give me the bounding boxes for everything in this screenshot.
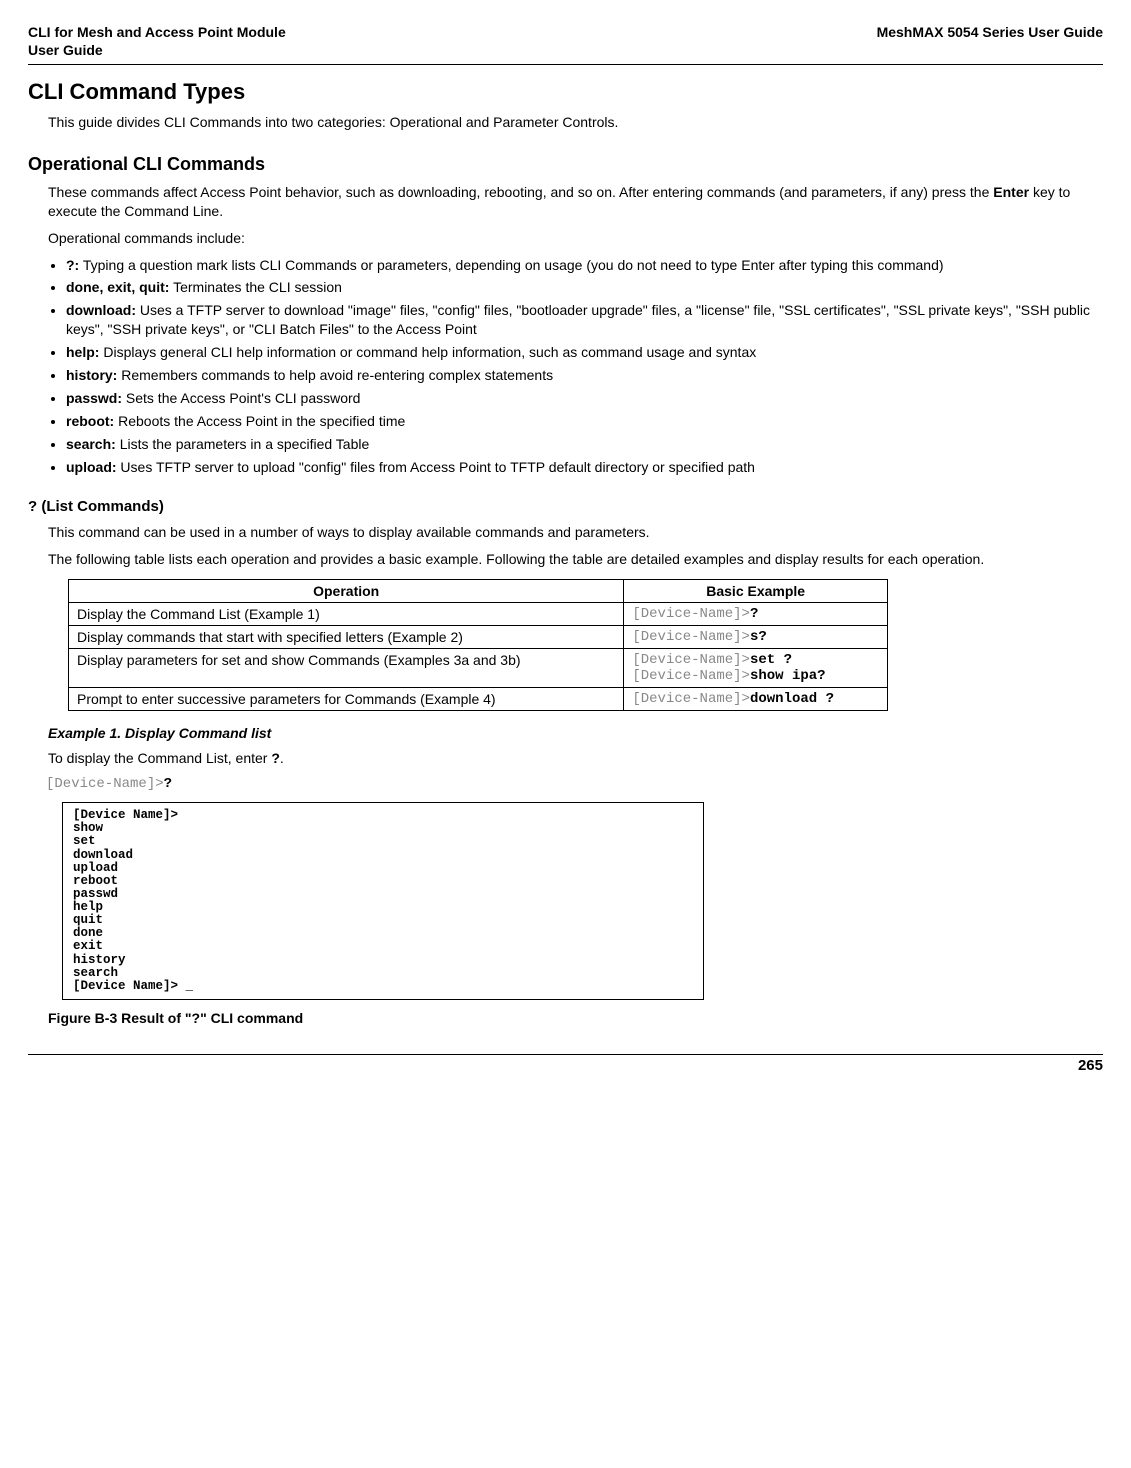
list-paragraph-1: This command can be used in a number of …: [48, 523, 1103, 542]
text-fragment: These commands affect Access Point behav…: [48, 184, 993, 200]
prompt: [Device-Name]>: [632, 629, 750, 645]
operational-paragraph-2: Operational commands include:: [48, 229, 1103, 248]
page-title: CLI Command Types: [28, 79, 1103, 105]
example1-paragraph: To display the Command List, enter ?.: [48, 749, 1103, 768]
cmd-desc: Typing a question mark lists CLI Command…: [79, 257, 943, 273]
cmd-desc: Remembers commands to help avoid re-ente…: [117, 367, 553, 383]
op-cell: Prompt to enter successive parameters fo…: [69, 688, 624, 711]
cmd-desc: Displays general CLI help information or…: [99, 344, 756, 360]
cmd-name: reboot:: [66, 413, 114, 429]
example1-title: Example 1. Display Command list: [48, 725, 1103, 741]
qmark-label: ?: [271, 750, 280, 766]
section-operational: Operational CLI Commands: [28, 154, 1103, 175]
cmd-text: ?: [164, 776, 172, 792]
intro-paragraph: This guide divides CLI Commands into two…: [48, 113, 1103, 132]
prompt: [Device-Name]>: [632, 652, 750, 668]
header-left-line2: User Guide: [28, 42, 1103, 58]
ex-cell: [Device-Name]>set ? [Device-Name]>show i…: [624, 649, 888, 688]
header-rule: [28, 64, 1103, 65]
cmd-desc: Uses TFTP server to upload "config" file…: [117, 459, 755, 475]
table-row: Prompt to enter successive parameters fo…: [69, 688, 888, 711]
section-list-commands: ? (List Commands): [28, 498, 1103, 515]
prompt: [Device-Name]>: [632, 691, 750, 707]
figure-caption: Figure B-3 Result of "?" CLI command: [48, 1010, 1103, 1026]
cmd-name: upload:: [66, 459, 117, 475]
text-fragment: .: [280, 750, 284, 766]
list-item: passwd: Sets the Access Point's CLI pass…: [66, 389, 1103, 408]
cmd-name: done, exit, quit:: [66, 279, 169, 295]
cmd-name: search:: [66, 436, 116, 452]
operations-table: Operation Basic Example Display the Comm…: [68, 579, 888, 711]
prompt: [Device-Name]>: [632, 606, 750, 622]
list-item: done, exit, quit: Terminates the CLI ses…: [66, 278, 1103, 297]
list-item: history: Remembers commands to help avoi…: [66, 366, 1103, 385]
table-header-row: Operation Basic Example: [69, 580, 888, 603]
enter-key-label: Enter: [993, 184, 1029, 200]
cmd-text: download ?: [750, 691, 834, 707]
example1-command-line: [Device-Name]>?: [46, 776, 1103, 792]
list-paragraph-2: The following table lists each operation…: [48, 550, 1103, 569]
list-item: search: Lists the parameters in a specif…: [66, 435, 1103, 454]
cmd-desc: Lists the parameters in a specified Tabl…: [116, 436, 369, 452]
prompt: [Device-Name]>: [46, 776, 164, 792]
cmd-desc: Terminates the CLI session: [169, 279, 342, 295]
prompt: [Device-Name]>: [632, 668, 750, 684]
cmd-desc: Reboots the Access Point in the specifie…: [114, 413, 405, 429]
cmd-text: ?: [750, 606, 758, 622]
cmd-text: set ?: [750, 652, 792, 668]
terminal-output: [Device Name]> show set download upload …: [62, 802, 704, 1000]
table-row: Display commands that start with specifi…: [69, 626, 888, 649]
col-operation: Operation: [69, 580, 624, 603]
cmd-desc: Sets the Access Point's CLI password: [122, 390, 360, 406]
cmd-name: download:: [66, 302, 136, 318]
cmd-text: show ipa?: [750, 668, 826, 684]
ex-cell: [Device-Name]>?: [624, 603, 888, 626]
list-item: reboot: Reboots the Access Point in the …: [66, 412, 1103, 431]
cmd-name: passwd:: [66, 390, 122, 406]
list-item: upload: Uses TFTP server to upload "conf…: [66, 458, 1103, 477]
op-cell: Display commands that start with specifi…: [69, 626, 624, 649]
cmd-text: s?: [750, 629, 767, 645]
header-left-line1: CLI for Mesh and Access Point Module: [28, 24, 286, 40]
cmd-desc: Uses a TFTP server to download "image" f…: [66, 302, 1090, 337]
page-number: 265: [28, 1057, 1103, 1074]
operational-command-list: ?: Typing a question mark lists CLI Comm…: [48, 256, 1103, 477]
cmd-name: help:: [66, 344, 99, 360]
cmd-name: ?:: [66, 257, 79, 273]
table-row: Display parameters for set and show Comm…: [69, 649, 888, 688]
operational-paragraph-1: These commands affect Access Point behav…: [48, 183, 1103, 221]
cmd-name: history:: [66, 367, 117, 383]
footer-rule: [28, 1054, 1103, 1055]
header-right: MeshMAX 5054 Series User Guide: [877, 24, 1103, 40]
ex-cell: [Device-Name]>download ?: [624, 688, 888, 711]
ex-cell: [Device-Name]>s?: [624, 626, 888, 649]
table-row: Display the Command List (Example 1) [De…: [69, 603, 888, 626]
list-item: help: Displays general CLI help informat…: [66, 343, 1103, 362]
op-cell: Display the Command List (Example 1): [69, 603, 624, 626]
list-item: ?: Typing a question mark lists CLI Comm…: [66, 256, 1103, 275]
list-item: download: Uses a TFTP server to download…: [66, 301, 1103, 339]
text-fragment: To display the Command List, enter: [48, 750, 271, 766]
op-cell: Display parameters for set and show Comm…: [69, 649, 624, 688]
col-example: Basic Example: [624, 580, 888, 603]
